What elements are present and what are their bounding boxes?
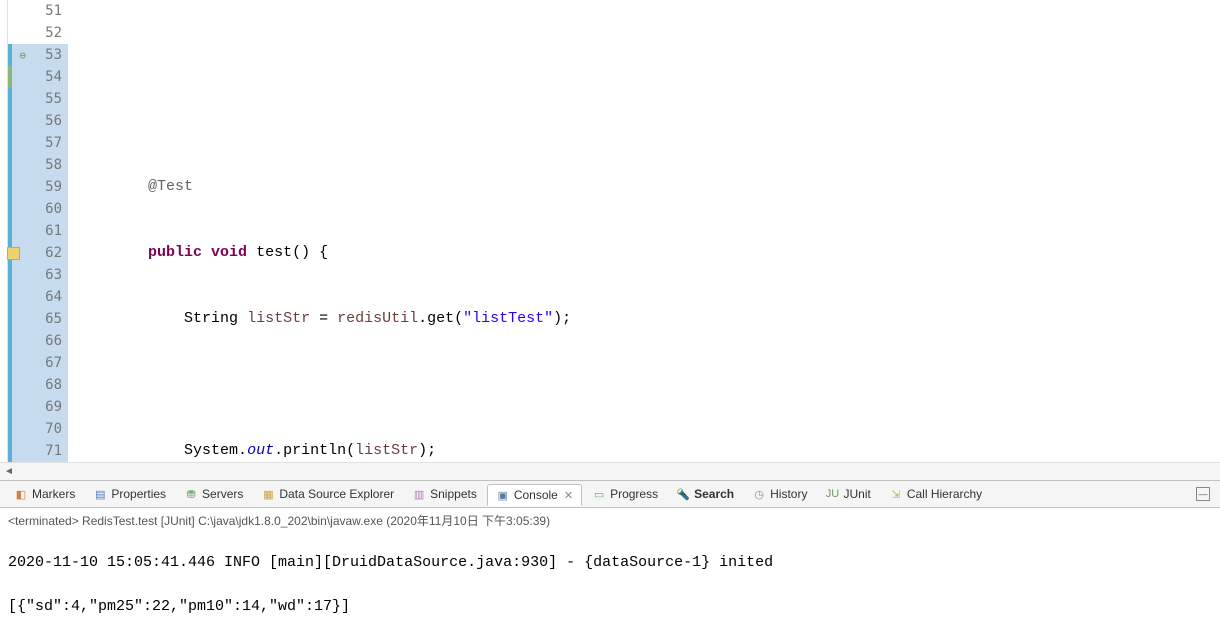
tab-label: Servers <box>202 487 243 501</box>
code-line: @Test <box>68 176 1220 198</box>
properties-icon: ▤ <box>93 487 107 501</box>
line-num: 65 <box>8 308 68 330</box>
call-hierarchy-icon: ⇲ <box>889 487 903 501</box>
views-tab-bar: ◧ Markers ▤ Properties ⛃ Servers ▦ Data Sour… <box>0 480 1220 508</box>
tab-history[interactable]: ◷ History <box>744 484 815 504</box>
code-line <box>68 374 1220 396</box>
tab-label: Search <box>694 487 734 501</box>
line-num: 67 <box>8 352 68 374</box>
line-number-gutter[interactable]: 51 52 53 54 55 56 57 58 59 60 61 62 63 6… <box>8 0 68 462</box>
line-num: 51 <box>8 0 68 22</box>
tab-search[interactable]: 🔦 Search <box>668 484 742 504</box>
code-line <box>68 44 1220 66</box>
minimize-icon[interactable]: ― <box>1196 487 1210 501</box>
scroll-left-icon[interactable]: ◄ <box>0 464 18 480</box>
tab-label: Markers <box>32 487 75 501</box>
tab-label: Data Source Explorer <box>279 487 394 501</box>
line-num: 71 <box>8 440 68 462</box>
history-icon: ◷ <box>752 487 766 501</box>
line-num: 59 <box>8 176 68 198</box>
servers-icon: ⛃ <box>184 487 198 501</box>
tab-junit[interactable]: JU JUnit <box>817 484 878 504</box>
source-code[interactable]: @Test public void test() { String listSt… <box>68 0 1220 462</box>
line-num: 52 <box>8 22 68 44</box>
progress-icon: ▭ <box>592 487 606 501</box>
tabs-actions: ― <box>1196 487 1214 501</box>
tab-label: History <box>770 487 807 501</box>
code-line: System.out.println(listStr); <box>68 440 1220 462</box>
tab-data-source-explorer[interactable]: ▦ Data Source Explorer <box>253 484 402 504</box>
close-icon[interactable]: ✕ <box>564 489 573 502</box>
tab-label: JUnit <box>843 487 870 501</box>
horizontal-scrollbar[interactable]: ◄ <box>0 462 1220 480</box>
console-output[interactable]: 2020-11-10 15:05:41.446 INFO [main][Drui… <box>0 530 1220 643</box>
tab-console[interactable]: ▣ Console ✕ <box>487 484 582 506</box>
code-line: String listStr = redisUtil.get("listTest… <box>68 308 1220 330</box>
tab-label: Properties <box>111 487 166 501</box>
line-num: 57 <box>8 132 68 154</box>
tab-markers[interactable]: ◧ Markers <box>6 484 83 504</box>
tab-properties[interactable]: ▤ Properties <box>85 484 174 504</box>
line-num: 55 <box>8 88 68 110</box>
console-icon: ▣ <box>496 488 510 502</box>
line-num: 66 <box>8 330 68 352</box>
code-line: public void test() { <box>68 242 1220 264</box>
tab-label: Progress <box>610 487 658 501</box>
line-num: 62 <box>8 242 68 264</box>
search-icon: 🔦 <box>676 487 690 501</box>
line-num: 60 <box>8 198 68 220</box>
tab-label: Call Hierarchy <box>907 487 982 501</box>
line-num: 69 <box>8 396 68 418</box>
marker-bar <box>0 0 8 462</box>
line-num: 53 <box>8 44 68 66</box>
tab-servers[interactable]: ⛃ Servers <box>176 484 251 504</box>
line-num: 68 <box>8 374 68 396</box>
line-num: 64 <box>8 286 68 308</box>
tab-progress[interactable]: ▭ Progress <box>584 484 666 504</box>
junit-icon: JU <box>825 487 839 501</box>
code-editor[interactable]: 51 52 53 54 55 56 57 58 59 60 61 62 63 6… <box>0 0 1220 462</box>
line-num: 63 <box>8 264 68 286</box>
markers-icon: ◧ <box>14 487 28 501</box>
line-num: 54 <box>8 66 68 88</box>
console-line: [{"sd":4,"pm25":22,"pm10":14,"wd":17}] <box>8 596 1212 618</box>
tab-label: Snippets <box>430 487 477 501</box>
console-line: 2020-11-10 15:05:41.446 INFO [main][Drui… <box>8 552 1212 574</box>
tab-snippets[interactable]: ▥ Snippets <box>404 484 485 504</box>
tab-label: Console <box>514 488 558 502</box>
tab-call-hierarchy[interactable]: ⇲ Call Hierarchy <box>881 484 990 504</box>
snippets-icon: ▥ <box>412 487 426 501</box>
code-line <box>68 110 1220 132</box>
line-num: 58 <box>8 154 68 176</box>
console-status: <terminated> RedisTest.test [JUnit] C:\j… <box>0 510 1220 530</box>
line-num: 56 <box>8 110 68 132</box>
line-num: 61 <box>8 220 68 242</box>
line-num: 70 <box>8 418 68 440</box>
dse-icon: ▦ <box>261 487 275 501</box>
